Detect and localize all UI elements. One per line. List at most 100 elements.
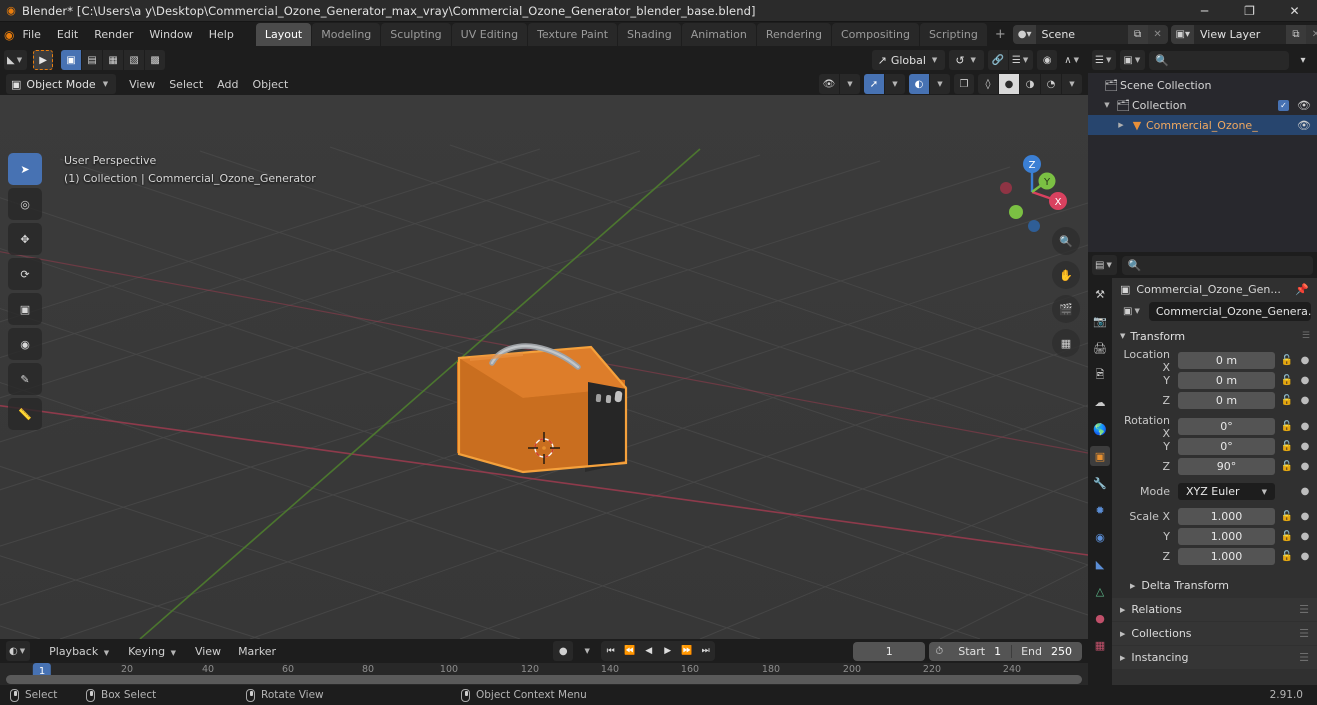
- tab-view-layer[interactable]: 🖻: [1090, 365, 1110, 385]
- tab-scene[interactable]: ☁: [1090, 392, 1110, 412]
- camera-view-icon[interactable]: 🎬: [1052, 295, 1080, 323]
- outliner-row-collection[interactable]: ▼ 🗂 Collection ✓ 👁: [1088, 95, 1317, 115]
- eye-icon[interactable]: 👁: [1297, 119, 1311, 132]
- scale-z-input[interactable]: 1.000: [1178, 548, 1275, 565]
- tab-modeling[interactable]: Modeling: [312, 23, 381, 46]
- tab-constraints[interactable]: ◣: [1090, 554, 1110, 574]
- tab-output[interactable]: 🖨: [1090, 338, 1110, 358]
- tool-annotate[interactable]: ✎: [8, 363, 42, 395]
- tab-uv-editing[interactable]: UV Editing: [451, 23, 528, 46]
- tab-animation[interactable]: Animation: [681, 23, 756, 46]
- overlays-dropdown[interactable]: ▼: [930, 74, 950, 94]
- navigation-gizmo[interactable]: Z X Y: [990, 150, 1074, 234]
- timeline-horizontal-scrollbar[interactable]: [6, 675, 1082, 684]
- new-view-layer-button[interactable]: ⧉: [1286, 25, 1306, 44]
- zoom-icon[interactable]: 🔍: [1052, 227, 1080, 255]
- location-y-input[interactable]: 0 m: [1178, 372, 1275, 389]
- transform-panel-header[interactable]: ▼ Transform ☰: [1112, 326, 1317, 346]
- animate-dot-icon[interactable]: ●: [1299, 375, 1311, 386]
- pin-icon[interactable]: 📌: [1295, 283, 1309, 296]
- timeline-editor-type-button[interactable]: ◐ ▼: [6, 641, 31, 661]
- new-scene-button[interactable]: ⧉: [1127, 25, 1148, 44]
- falloff-dropdown[interactable]: ∧ ▼: [1061, 50, 1084, 70]
- animate-dot-icon[interactable]: ●: [1299, 395, 1311, 406]
- play-reverse-button[interactable]: ◀: [639, 641, 658, 661]
- viewport-menu-view[interactable]: View: [122, 75, 162, 94]
- gizmos-dropdown[interactable]: ▼: [885, 74, 905, 94]
- outliner-row-commercial-ozone[interactable]: ▶ ▼ Commercial_Ozone_ 👁: [1088, 115, 1317, 135]
- tab-particles[interactable]: ✹: [1090, 500, 1110, 520]
- solid-shading-icon[interactable]: ●: [999, 74, 1019, 94]
- tab-physics[interactable]: ◉: [1090, 527, 1110, 547]
- menu-window[interactable]: Window: [141, 25, 200, 44]
- properties-editor-type-button[interactable]: ▤ ▼: [1092, 255, 1117, 275]
- rotation-z-input[interactable]: 90°: [1178, 458, 1275, 475]
- eye-icon[interactable]: 👁: [1297, 99, 1311, 112]
- outliner-row-scene-collection[interactable]: 🗂 Scene Collection: [1088, 75, 1317, 95]
- pan-hand-icon[interactable]: ✋: [1052, 261, 1080, 289]
- animate-dot-icon[interactable]: ●: [1299, 355, 1311, 366]
- tool-scale[interactable]: ▣: [8, 293, 42, 325]
- rendered-shading-icon[interactable]: ◔: [1041, 74, 1061, 94]
- tab-render[interactable]: 📷: [1090, 311, 1110, 331]
- previous-keyframe-button[interactable]: ⏪: [620, 641, 639, 661]
- location-x-input[interactable]: 0 m: [1178, 352, 1275, 369]
- tool-move[interactable]: ✥: [8, 223, 42, 255]
- tab-tool[interactable]: ⚒: [1090, 284, 1110, 304]
- scale-x-input[interactable]: 1.000: [1178, 508, 1275, 525]
- select-subtract-button[interactable]: ▦: [103, 50, 124, 70]
- overlays-toggle-icon[interactable]: ◐: [909, 74, 929, 94]
- timeline-menu-marker[interactable]: Marker: [231, 642, 283, 661]
- tool-cursor[interactable]: ◎: [8, 188, 42, 220]
- tool-tweak[interactable]: ➤: [8, 153, 42, 185]
- animate-dot-icon[interactable]: ●: [1299, 421, 1311, 432]
- auto-keying-dropdown[interactable]: ▼: [577, 641, 597, 661]
- pivot-point-dropdown[interactable]: ↺ ▼: [949, 50, 984, 70]
- object-visibility-icon[interactable]: 👁: [819, 74, 839, 94]
- select-set-button[interactable]: ▣: [61, 50, 82, 70]
- tab-texture-paint[interactable]: Texture Paint: [528, 23, 618, 46]
- collections-panel[interactable]: ▶ Collections ☰: [1112, 622, 1317, 645]
- object-name-field[interactable]: Commercial_Ozone_Genera...: [1148, 301, 1311, 321]
- menu-edit[interactable]: Edit: [49, 25, 86, 44]
- tab-object-data[interactable]: △: [1090, 581, 1110, 601]
- lock-icon[interactable]: 🔓: [1279, 355, 1295, 366]
- tab-compositing[interactable]: Compositing: [832, 23, 919, 46]
- select-intersect-button[interactable]: ▩: [145, 50, 166, 70]
- collection-checkbox[interactable]: ✓: [1278, 99, 1290, 111]
- menu-help[interactable]: Help: [201, 25, 242, 44]
- lock-icon[interactable]: 🔓: [1279, 421, 1295, 432]
- gizmos-toggle-icon[interactable]: ➚: [864, 74, 884, 94]
- expand-triangle[interactable]: ▶: [1114, 121, 1128, 129]
- animate-dot-icon[interactable]: ●: [1299, 511, 1311, 522]
- current-frame-input[interactable]: 1: [853, 641, 926, 661]
- tool-transform[interactable]: ◉: [8, 328, 42, 360]
- outliner-display-mode-button[interactable]: ▣ ▼: [1120, 50, 1146, 70]
- close-button[interactable]: ✕: [1272, 0, 1317, 22]
- play-button[interactable]: ▶: [658, 641, 677, 661]
- timeline-menu-view[interactable]: View: [188, 642, 228, 661]
- location-z-input[interactable]: 0 m: [1178, 392, 1275, 409]
- visibility-dropdown[interactable]: ▼: [840, 74, 860, 94]
- properties-search-box[interactable]: 🔍: [1121, 255, 1313, 275]
- lock-icon[interactable]: 🔓: [1279, 441, 1295, 452]
- rotation-y-input[interactable]: 0°: [1178, 438, 1275, 455]
- scale-y-input[interactable]: 1.000: [1178, 528, 1275, 545]
- menu-render[interactable]: Render: [86, 25, 141, 44]
- outliner-editor-type-button[interactable]: ☰ ▼: [1092, 50, 1117, 70]
- transform-orientation-dropdown[interactable]: ↗ Global ▼: [871, 50, 946, 70]
- end-frame-input[interactable]: 250: [1049, 645, 1082, 658]
- rotation-mode-dropdown[interactable]: XYZ Euler ▼: [1178, 483, 1275, 500]
- wireframe-shading-icon[interactable]: ◊: [978, 74, 998, 94]
- tweak-tool-button[interactable]: ▶: [33, 50, 54, 70]
- object-type-icon[interactable]: ▣ ▼: [1120, 301, 1145, 321]
- select-invert-button[interactable]: ▧: [124, 50, 145, 70]
- minimize-button[interactable]: ─: [1182, 0, 1227, 22]
- tool-rotate[interactable]: ⟳: [8, 258, 42, 290]
- interaction-mode-dropdown[interactable]: ▣ Object Mode ▼: [6, 74, 117, 94]
- toggle-perspective-icon[interactable]: ▦: [1052, 329, 1080, 357]
- outliner-search-input[interactable]: [1173, 53, 1283, 67]
- lock-icon[interactable]: 🔓: [1279, 511, 1295, 522]
- view-layer-selector[interactable]: ▣▾ View Layer ⧉ ✕: [1170, 25, 1317, 44]
- lock-icon[interactable]: 🔓: [1279, 395, 1295, 406]
